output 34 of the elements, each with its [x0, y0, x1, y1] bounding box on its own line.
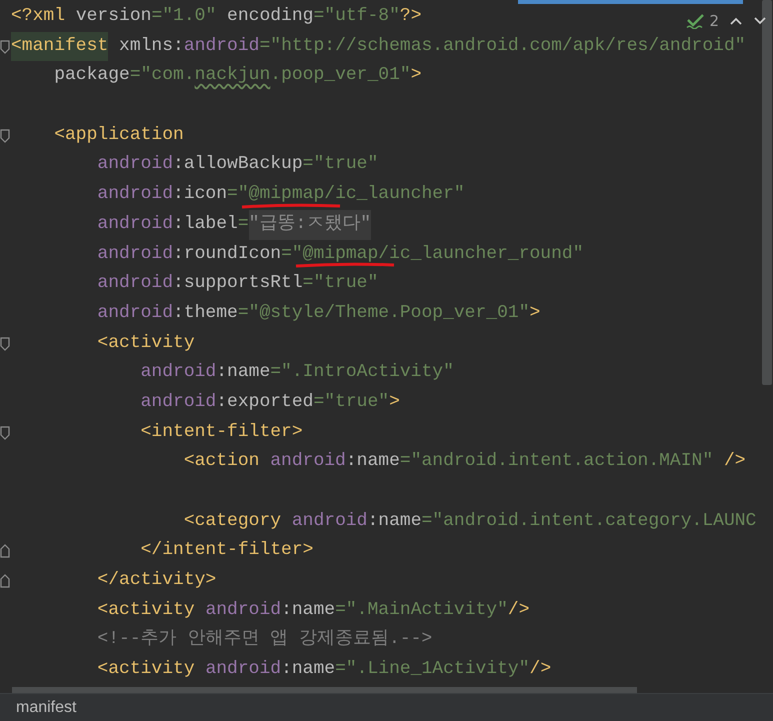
code-line: </activity> [96, 569, 216, 592]
code-line: <intent-filter> [140, 420, 303, 444]
check-icon [686, 13, 706, 30]
code-line: android:name=".IntroActivity" [140, 361, 454, 384]
fold-collapse-icon[interactable] [0, 426, 10, 440]
code-line: <?xml version="1.0" encoding="utf-8"?> [11, 5, 422, 28]
code-line: android:label="급똥:ㅈ됐다" [11, 210, 372, 240]
up-caret-icon[interactable] [729, 16, 743, 26]
vertical-scrollbar[interactable] [762, 0, 772, 385]
code-line: <action android:name="android.intent.action.MAIN" /> [182, 450, 746, 474]
code-line: android:roundIcon="@mipmap/ic_launcher_round" [11, 240, 584, 270]
code-line: package="com.nackjun.poop_ver_01"> [53, 64, 422, 88]
inspection-widget[interactable]: 2 [686, 10, 719, 32]
breadcrumb-item[interactable]: manifest [16, 696, 76, 720]
fold-collapse-icon[interactable] [0, 128, 10, 143]
code-line: <activity android:name=".Line_1Activity"/> [96, 658, 552, 682]
fold-end-icon[interactable] [0, 574, 10, 588]
fold-end-icon[interactable] [0, 544, 10, 558]
code-line: android:supportsRtl="true" [96, 272, 378, 296]
code-line: android:exported="true"> [140, 390, 400, 414]
horizontal-scrollbar[interactable] [12, 687, 637, 693]
code-line: <category android:name="android.intent.category.LAUNC [182, 510, 756, 533]
code-line: <activity android:name=".MainActivity"/> [96, 598, 530, 622]
code-line: </intent-filter> [140, 539, 314, 562]
fold-collapse-icon[interactable] [0, 40, 10, 54]
code-line: <application [53, 124, 184, 147]
code-line: <activity [96, 332, 195, 355]
code-comment: <!--추가 안해주면 앱 강제종료됨.--> [96, 628, 432, 652]
fold-collapse-icon[interactable] [0, 336, 10, 351]
code-line: android:theme="@style/Theme.Poop_ver_01"> [96, 302, 540, 325]
code-line: android:allowBackup="true" [96, 153, 378, 176]
code-line: android:icon="@mipmap/ic_launcher" [11, 180, 465, 210]
code-line: <manifest xmlns:android="http://schemas.android.com/apk/res/android" [11, 32, 746, 62]
down-caret-icon[interactable] [753, 16, 767, 26]
